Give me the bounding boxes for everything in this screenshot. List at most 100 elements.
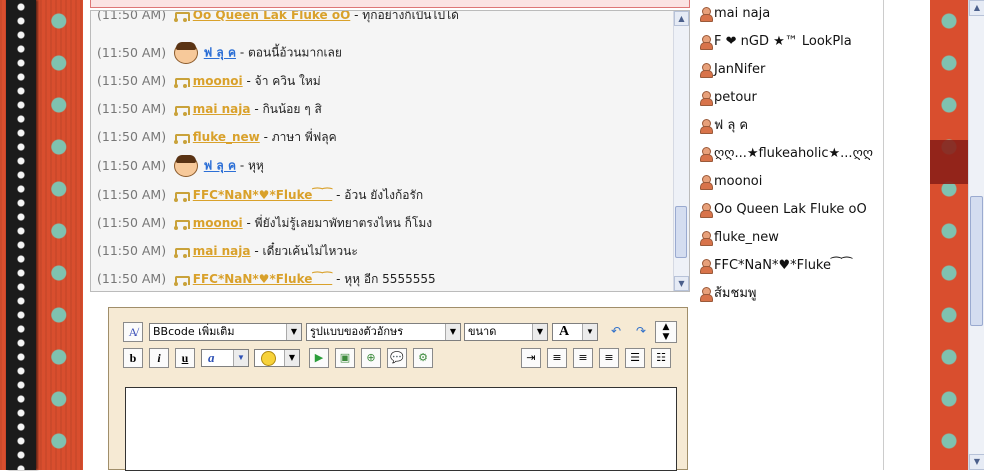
chevron-down-icon: ▼ <box>286 324 301 340</box>
chat-message: (11:50 AM) FFC*NaN*♥*Fluke⁀⁀ - อ้วน ยังไ… <box>97 185 423 205</box>
bbcode-select[interactable]: BBcode เพิ่มเติม ▼ <box>149 323 302 341</box>
chat-message: (11:50 AM) ฟ ลุ ค - หุหุ <box>97 155 264 177</box>
message-username[interactable]: mai naja <box>193 244 251 258</box>
message-username[interactable]: fluke_new <box>193 130 260 144</box>
message-time: (11:50 AM) <box>97 215 167 230</box>
remove-format-icon[interactable]: A̸ <box>123 322 143 342</box>
message-username[interactable]: ฟ ลุ ค <box>204 46 236 60</box>
emoticon-select[interactable]: ▼ <box>254 349 300 367</box>
message-username[interactable]: moonoi <box>193 216 243 230</box>
font-family-select[interactable]: รูปแบบของตัวอักษร ▼ <box>306 323 461 341</box>
align-center-icon[interactable]: ≡ <box>573 348 593 368</box>
user-name: FFC*NaN*♥*Fluke⁀⁀ <box>714 258 852 273</box>
user-icon <box>700 230 713 246</box>
user-list-item[interactable]: FFC*NaN*♥*Fluke⁀⁀ <box>700 252 852 280</box>
message-username[interactable]: ฟ ลุ ค <box>204 159 236 173</box>
numbered-list-icon[interactable]: ☰ <box>625 348 645 368</box>
message-editor: A̸ BBcode เพิ่มเติม ▼ รูปแบบของตัวอักษร … <box>108 307 688 471</box>
message-username[interactable]: mai naja <box>193 102 251 116</box>
redo-icon[interactable]: ↷ <box>631 322 651 342</box>
message-text: ภาษา พี่ฟลุค <box>271 130 337 144</box>
message-username[interactable]: Oo Queen Lak Fluke oO <box>193 11 351 22</box>
music-note-icon <box>173 132 190 144</box>
font-size-select-value: ขนาด <box>468 325 497 338</box>
underline-button[interactable]: u <box>175 348 195 368</box>
bold-button[interactable]: b <box>123 348 143 368</box>
align-right-icon[interactable]: ≡ <box>599 348 619 368</box>
scroll-down-icon[interactable]: ▼ <box>969 454 984 470</box>
message-separator: - <box>336 188 341 202</box>
message-text: ตอนนี้อ้วนมากเลย <box>247 45 342 60</box>
align-left-icon[interactable]: ≡ <box>547 348 567 368</box>
message-separator: - <box>239 45 245 60</box>
page-scrollbar[interactable]: ▲ ▼ <box>968 0 984 470</box>
user-list-item[interactable]: fluke_new <box>700 224 779 252</box>
music-note-icon <box>173 11 190 22</box>
user-name: moonoi <box>714 174 763 189</box>
user-icon <box>700 146 713 162</box>
chevron-down-icon: ▼ <box>284 350 299 366</box>
scroll-down-icon[interactable]: ▼ <box>674 276 689 291</box>
user-list-item[interactable]: ฟ ลุ ค <box>700 112 748 140</box>
notice-banner <box>90 0 690 8</box>
chat-scrollbar[interactable]: ▲ ▼ <box>673 11 689 291</box>
scroll-up-icon[interactable]: ▲ <box>969 0 984 16</box>
message-separator: - <box>336 272 341 286</box>
insert-link-icon[interactable]: ▶ <box>309 348 329 368</box>
user-list-item[interactable]: ส้มชมพู <box>700 280 756 308</box>
undo-icon[interactable]: ↶ <box>606 322 626 342</box>
user-list-item[interactable]: F ❤ nGD ★™ LookPla <box>700 28 852 56</box>
chat-message: (11:50 AM) ฟ ลุ ค - ตอนนี้อ้วนมากเลย <box>97 42 342 64</box>
font-size-select[interactable]: ขนาด ▼ <box>464 323 548 341</box>
message-text: จ้า ควิน ใหม่ <box>254 74 321 88</box>
user-icon <box>700 202 713 218</box>
user-list-item[interactable]: petour <box>700 84 757 112</box>
message-separator: - <box>239 158 245 173</box>
online-user-list: mai naja F ❤ nGD ★™ LookPla JanNifer pet… <box>700 0 880 470</box>
message-text: เดี๋ยวเค้นไม่ไหวนะ <box>262 244 358 258</box>
smiley-icon <box>261 351 276 366</box>
italic-button[interactable]: i <box>149 348 169 368</box>
user-face-icon <box>173 155 198 177</box>
indent-icon[interactable]: ⇥ <box>521 348 541 368</box>
chevron-down-icon: ▼ <box>445 324 460 340</box>
user-name: F ❤ nGD ★™ LookPla <box>714 34 852 49</box>
user-list-item[interactable]: mai naja <box>700 0 770 28</box>
right-decorative-background <box>930 0 968 470</box>
message-username[interactable]: FFC*NaN*♥*Fluke⁀⁀ <box>193 188 333 202</box>
user-icon <box>700 62 713 78</box>
music-note-icon <box>173 104 190 116</box>
message-username[interactable]: moonoi <box>193 74 243 88</box>
resize-editor-icon[interactable]: ▲ ▼ <box>655 321 677 343</box>
message-text: กินน้อย ๆ สิ <box>262 102 322 116</box>
user-name: mai naja <box>714 6 771 21</box>
chat-scroll-thumb[interactable] <box>675 206 687 258</box>
music-note-icon <box>173 218 190 230</box>
bullet-list-icon[interactable]: ☷ <box>651 348 671 368</box>
font-color-select-value: A <box>559 324 570 339</box>
user-list-item[interactable]: JanNifer <box>700 56 765 84</box>
chat-message-box[interactable]: (11:50 AM) Oo Queen Lak Fluke oO - ทุกอย… <box>90 10 690 292</box>
message-time: (11:50 AM) <box>97 73 167 88</box>
user-list-item[interactable]: moonoi <box>700 168 762 196</box>
quote-icon[interactable]: 💬 <box>387 348 407 368</box>
user-icon <box>700 174 713 190</box>
insert-media-icon[interactable]: ⊕ <box>361 348 381 368</box>
user-list-item[interactable]: Oo Queen Lak Fluke oO <box>700 196 867 224</box>
user-list-item[interactable]: ღღ...★flukeaholic★...ღღ <box>700 140 873 168</box>
font-color-select[interactable]: A ▼ <box>552 323 598 341</box>
user-name: petour <box>714 90 757 105</box>
insert-code-icon[interactable]: ⚙ <box>413 348 433 368</box>
page-scroll-thumb[interactable] <box>970 196 983 326</box>
message-text: หุหุ อีก 5555555 <box>344 272 436 286</box>
message-separator: - <box>254 244 259 258</box>
insert-image-icon[interactable]: ▣ <box>335 348 355 368</box>
message-separator: - <box>354 10 359 22</box>
message-text: พี่ยังไม่รู้เลยมาพัทยาตรงไหน ก็โมง <box>254 216 433 230</box>
text-style-select[interactable]: a ▼ <box>201 349 249 367</box>
scroll-up-icon[interactable]: ▲ <box>674 11 689 26</box>
message-input[interactable] <box>125 387 677 471</box>
message-username[interactable]: FFC*NaN*♥*Fluke⁀⁀ <box>193 272 333 286</box>
user-icon <box>700 118 713 134</box>
font-family-select-value: รูปแบบของตัวอักษร <box>310 325 404 338</box>
